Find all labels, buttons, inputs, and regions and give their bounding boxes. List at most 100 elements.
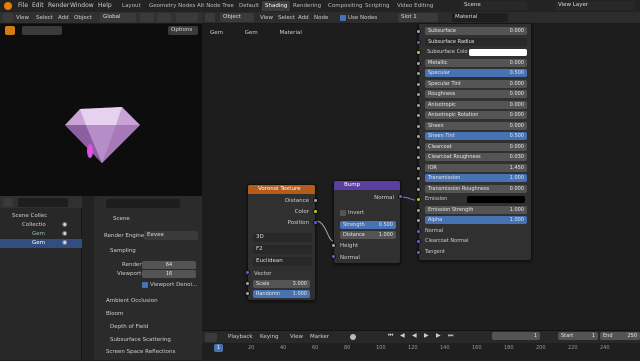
depth-of-field-panel[interactable]: Depth of Field: [110, 323, 148, 331]
node-menu-node[interactable]: Node: [314, 15, 328, 21]
bsdf-input-row[interactable]: Normal: [416, 227, 528, 236]
timeline-menu-playback[interactable]: Playback: [228, 333, 253, 341]
options-dropdown[interactable]: Options: [168, 26, 198, 35]
ambient-occlusion-panel[interactable]: Ambient Occlusion: [106, 297, 158, 305]
tab-shading[interactable]: Shading: [262, 1, 291, 11]
viewport-samples-field[interactable]: 16: [142, 270, 196, 278]
bsdf-input-row[interactable]: Emission: [416, 195, 528, 204]
bsdf-input-field[interactable]: Specular Tint 0.000: [425, 79, 527, 88]
socket-scale-in[interactable]: [245, 281, 250, 286]
socket-normal-in[interactable]: [331, 254, 336, 259]
bsdf-input-socket[interactable]: [416, 218, 421, 223]
viewport-menu-add[interactable]: Add: [58, 15, 69, 21]
ssr-panel[interactable]: Screen Space Reflections: [106, 348, 175, 356]
record-icon[interactable]: [350, 334, 356, 340]
bsdf-input-field[interactable]: Anisotropic 0.000: [425, 100, 527, 109]
menu-file[interactable]: File: [18, 2, 28, 9]
socket-vector-in[interactable]: [245, 270, 250, 275]
bsdf-input-socket[interactable]: [416, 123, 421, 129]
voronoi-scale-field[interactable]: Scale 3.000: [253, 280, 310, 288]
bsdf-input-row[interactable]: Metallic 0.000: [416, 58, 528, 68]
bsdf-input-row[interactable]: IOR 1.450: [416, 163, 528, 173]
socket-randomness-in[interactable]: [245, 291, 250, 296]
emission-color-swatch[interactable]: [467, 196, 525, 203]
tab-compositing[interactable]: Compositing: [325, 1, 365, 11]
blender-logo-icon[interactable]: [4, 2, 12, 10]
object-type-dropdown[interactable]: Object: [220, 13, 254, 22]
select-mode-buttons[interactable]: [22, 26, 62, 35]
bsdf-input-field[interactable]: Alpha 1.000: [425, 216, 527, 224]
play-reverse-icon[interactable]: ◀: [412, 332, 417, 339]
material-selector[interactable]: Material: [452, 13, 508, 22]
bsdf-input-field[interactable]: Roughness 0.000: [425, 90, 527, 98]
jump-end-icon[interactable]: ⏭: [448, 332, 453, 340]
bsdf-input-field[interactable]: IOR 1.450: [425, 163, 527, 172]
3d-viewport[interactable]: Options: [0, 24, 202, 196]
bsdf-input-row[interactable]: Alpha 1.000: [416, 216, 528, 225]
scene-selector[interactable]: Scene: [461, 1, 527, 10]
snap-icon[interactable]: [140, 13, 154, 22]
socket-position[interactable]: [313, 220, 318, 225]
bsdf-input-row[interactable]: Transmission 1.000: [416, 174, 528, 183]
bump-strength-field[interactable]: Strength 0.500: [340, 221, 396, 229]
viewport-menu-select[interactable]: Select: [36, 15, 53, 21]
voronoi-distance-dropdown[interactable]: Euclidean: [253, 257, 312, 266]
bsdf-input-socket[interactable]: [416, 113, 421, 118]
bsdf-input-socket[interactable]: [416, 60, 421, 66]
tab-default[interactable]: Default: [236, 1, 262, 11]
view-layer-selector[interactable]: View Layer: [555, 1, 635, 10]
tool-icon[interactable]: [5, 26, 15, 35]
bsdf-input-socket[interactable]: [416, 71, 421, 76]
tab-alt-node-tree[interactable]: Alt Node Tree: [194, 1, 237, 11]
bsdf-input-socket[interactable]: [416, 207, 421, 213]
menu-window[interactable]: Window: [70, 2, 94, 9]
outliner-item-gem-mesh[interactable]: Gem: [32, 239, 45, 247]
invert-checkbox[interactable]: [340, 210, 346, 216]
tab-video-editing[interactable]: Video Editing: [394, 1, 436, 11]
bsdf-input-socket[interactable]: [416, 228, 421, 234]
voronoi-feature-dropdown[interactable]: F2: [253, 245, 312, 254]
timeline-editor-icon[interactable]: [205, 333, 217, 342]
play-icon[interactable]: ▶: [424, 332, 429, 339]
node-menu-view[interactable]: View: [260, 15, 273, 21]
end-frame-field[interactable]: End 250: [600, 332, 640, 340]
bsdf-input-row[interactable]: Roughness 0.000: [416, 90, 528, 99]
bsdf-input-socket[interactable]: [416, 102, 421, 108]
voronoi-node-header[interactable]: Voronoi Texture: [248, 185, 315, 194]
bsdf-input-field[interactable]: Emission Strength 1.000: [425, 205, 527, 214]
viewport-menu-view[interactable]: View: [16, 15, 29, 21]
bsdf-input-row[interactable]: Clearcoat Normal: [416, 237, 528, 246]
bsdf-input-row[interactable]: Anisotropic 0.000: [416, 100, 528, 110]
socket-color[interactable]: [313, 209, 318, 214]
visibility-eye-icon[interactable]: ◉: [62, 230, 67, 237]
editor-type-icon[interactable]: [3, 13, 13, 22]
bsdf-input-row[interactable]: Specular Tint 0.000: [416, 79, 528, 89]
menu-help[interactable]: Help: [98, 2, 112, 9]
bsdf-input-field[interactable]: Anisotropic Rotation 0.000: [425, 111, 527, 119]
jump-start-icon[interactable]: ⏮: [388, 332, 393, 340]
playhead[interactable]: 1: [214, 344, 223, 352]
bsdf-input-socket[interactable]: [416, 134, 421, 139]
bsdf-input-socket[interactable]: [416, 92, 421, 97]
tab-layout[interactable]: Layout: [119, 1, 144, 11]
bsdf-input-socket[interactable]: [416, 155, 421, 160]
bsdf-input-socket[interactable]: [416, 249, 421, 255]
socket-bump-normal-out[interactable]: [398, 194, 403, 199]
bsdf-input-row[interactable]: Sheen 0.000: [416, 121, 528, 131]
voronoi-randomness-field[interactable]: Randomn 1.000: [253, 290, 310, 298]
socket-distance[interactable]: [313, 198, 318, 203]
bsdf-input-field[interactable]: Transmission Roughness 0.000: [425, 184, 527, 193]
outliner-item-gem-object[interactable]: Gem: [32, 230, 45, 238]
bsdf-input-socket[interactable]: [416, 29, 421, 34]
bsdf-input-row[interactable]: Subsurface 0.000: [416, 27, 528, 36]
render-samples-field[interactable]: 64: [142, 261, 196, 269]
subsurface-panel[interactable]: Subsurface Scattering: [110, 336, 171, 344]
menu-render[interactable]: Render: [48, 2, 69, 9]
start-frame-field[interactable]: Start 1: [558, 332, 598, 340]
properties-search[interactable]: [106, 199, 180, 208]
outliner-editor-icon[interactable]: [3, 198, 13, 207]
bsdf-input-row[interactable]: Subsurface Colo: [416, 48, 528, 57]
outliner-item-collection[interactable]: Collectio: [22, 221, 46, 229]
bsdf-input-socket[interactable]: [416, 239, 421, 244]
tab-geometry-nodes[interactable]: Geometry Nodes: [146, 1, 198, 11]
